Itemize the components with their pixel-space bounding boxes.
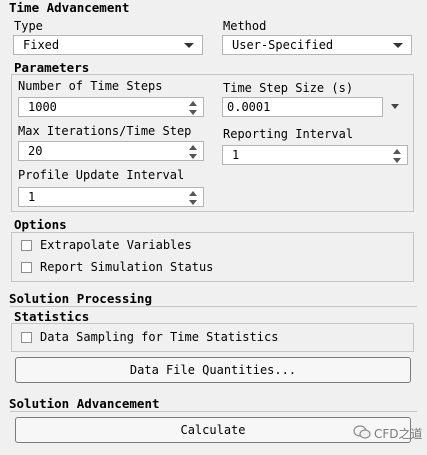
- extrapolate-checkbox-row[interactable]: Extrapolate Variables: [21, 238, 221, 254]
- spinner-icon[interactable]: [189, 144, 199, 160]
- method-dropdown[interactable]: User-Specified: [222, 35, 412, 55]
- step-size-value: 0.0001: [227, 100, 271, 114]
- step-size-input[interactable]: 0.0001: [222, 97, 383, 117]
- spinner-icon[interactable]: [189, 190, 199, 206]
- watermark-text: CFD之道: [374, 427, 423, 441]
- sampling-label: Data Sampling for Time Statistics: [40, 330, 279, 344]
- divider: [10, 411, 417, 412]
- report-status-checkbox-row[interactable]: Report Simulation Status: [21, 260, 241, 276]
- step-size-label: Time Step Size (s): [223, 81, 354, 95]
- chevron-down-icon: [184, 43, 194, 48]
- max-iter-input[interactable]: 20: [18, 141, 204, 161]
- reporting-value: 1: [232, 148, 240, 162]
- spinner-icon[interactable]: [189, 100, 199, 116]
- section-title-options: Options: [14, 217, 67, 232]
- wechat-icon: [353, 425, 371, 439]
- reporting-label: Reporting Interval: [223, 127, 354, 141]
- spinner-icon[interactable]: [393, 148, 403, 164]
- num-steps-value: 1000: [28, 100, 57, 114]
- section-title-time-advancement: Time Advancement: [9, 0, 130, 15]
- type-label: Type: [14, 19, 43, 33]
- chevron-down-icon: [393, 43, 403, 48]
- method-value: User-Specified: [232, 38, 334, 52]
- sampling-checkbox-row[interactable]: Data Sampling for Time Statistics: [21, 330, 301, 346]
- max-iter-value: 20: [28, 144, 43, 158]
- report-status-label: Report Simulation Status: [40, 260, 214, 274]
- type-value: Fixed: [23, 38, 60, 52]
- divider: [10, 306, 417, 307]
- type-dropdown[interactable]: Fixed: [13, 35, 203, 55]
- extrapolate-checkbox[interactable]: [21, 240, 32, 251]
- data-file-quantities-button[interactable]: Data File Quantities...: [15, 357, 411, 383]
- section-title-solution-processing: Solution Processing: [9, 291, 152, 306]
- reporting-input[interactable]: 1: [222, 145, 408, 165]
- sampling-checkbox[interactable]: [21, 332, 32, 343]
- section-title-parameters: Parameters: [14, 60, 90, 75]
- profile-input[interactable]: 1: [18, 187, 204, 207]
- max-iter-label: Max Iterations/Time Step: [18, 124, 192, 138]
- profile-label: Profile Update Interval: [18, 168, 185, 182]
- num-steps-label: Number of Time Steps: [18, 79, 163, 93]
- method-label: Method: [223, 19, 267, 33]
- chevron-down-icon[interactable]: [391, 104, 399, 109]
- calculate-button[interactable]: Calculate: [15, 417, 411, 443]
- profile-value: 1: [28, 190, 36, 204]
- num-steps-input[interactable]: 1000: [18, 97, 204, 117]
- extrapolate-label: Extrapolate Variables: [40, 238, 192, 252]
- report-status-checkbox[interactable]: [21, 262, 32, 273]
- section-title-solution-advancement: Solution Advancement: [9, 396, 160, 411]
- section-title-statistics: Statistics: [14, 309, 90, 324]
